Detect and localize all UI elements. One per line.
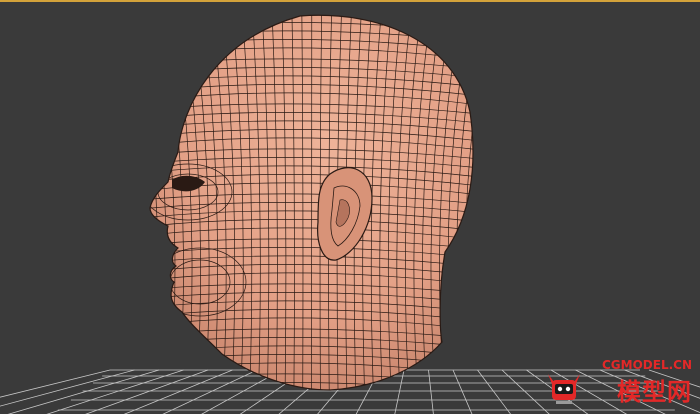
grid-line [428,369,434,414]
robot-mascot-icon [548,374,580,404]
mesh-edge [474,2,503,414]
grid-line [0,369,111,398]
watermark-url: CGMODEL.CN [601,358,692,372]
3d-viewport[interactable]: CGMODEL.CN 模型网 [0,0,700,414]
grid-line [46,369,184,414]
grid-line [394,369,405,414]
mesh-edge [121,2,149,414]
grid-line [452,369,473,414]
mesh-edge [482,2,512,414]
grid-line [7,369,160,414]
viewport-scene[interactable] [0,2,700,414]
grid-line [477,369,512,414]
grid-line [85,369,209,414]
mesh-edge [464,15,473,391]
head-model-mesh[interactable] [121,2,512,414]
watermark: CGMODEL.CN 模型网 [544,358,694,408]
watermark-name: 模型网 [617,378,692,406]
